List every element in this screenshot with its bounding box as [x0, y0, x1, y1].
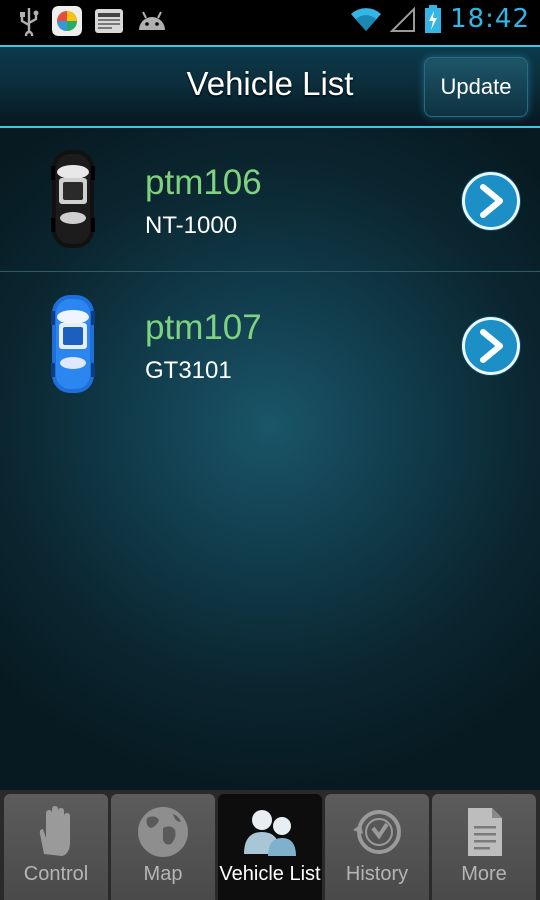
tab-label: Vehicle List: [219, 863, 321, 885]
bottom-tab-bar: Control Map Vehicle List History More: [0, 790, 540, 900]
system-status: 18:42: [350, 4, 530, 34]
usb-icon: [20, 8, 39, 36]
vehicle-detail-button[interactable]: [462, 317, 520, 375]
car-blue-icon: [51, 295, 95, 393]
photo-app-icon: [52, 6, 82, 36]
vehicle-row[interactable]: ptm107 GT3101: [0, 273, 540, 415]
vehicle-name: ptm106: [145, 163, 262, 202]
hand-icon: [39, 806, 70, 856]
tab-label: Map: [143, 863, 183, 885]
car-black-icon: [51, 150, 95, 248]
history-icon: [353, 810, 401, 854]
media-app-icon: [95, 9, 123, 33]
chevron-right-icon: [480, 329, 503, 363]
tab-vehicle-list[interactable]: Vehicle List: [218, 794, 322, 900]
vehicle-row[interactable]: ptm106 NT-1000: [0, 128, 540, 270]
clock: 18:42: [450, 4, 530, 34]
battery-charging-icon: [425, 5, 442, 33]
tab-more[interactable]: More: [432, 794, 536, 900]
users-icon: [244, 810, 296, 856]
title-bar: Vehicle List Update: [0, 45, 540, 128]
update-button[interactable]: Update: [424, 57, 528, 117]
android-icon: [139, 11, 165, 30]
vehicle-model: GT3101: [145, 357, 232, 384]
document-icon: [468, 808, 502, 856]
tab-map[interactable]: Map: [111, 794, 215, 900]
tab-label: History: [345, 863, 409, 885]
vehicle-list: ptm106 NT-1000 ptm107 GT3101: [0, 128, 540, 790]
signal-icon: [390, 6, 416, 32]
notification-icons: [18, 6, 168, 36]
divider: [0, 271, 540, 272]
vehicle-detail-button[interactable]: [462, 172, 520, 230]
globe-icon: [138, 807, 188, 857]
tab-control[interactable]: Control: [4, 794, 108, 900]
tab-label: More: [461, 863, 507, 885]
vehicle-name: ptm107: [145, 308, 262, 347]
chevron-right-icon: [480, 184, 503, 218]
wifi-icon: [351, 8, 382, 31]
vehicle-model: NT-1000: [145, 212, 238, 239]
tab-label: Control: [23, 863, 89, 885]
status-bar: 18:42: [0, 0, 540, 45]
tab-history[interactable]: History: [325, 794, 429, 900]
